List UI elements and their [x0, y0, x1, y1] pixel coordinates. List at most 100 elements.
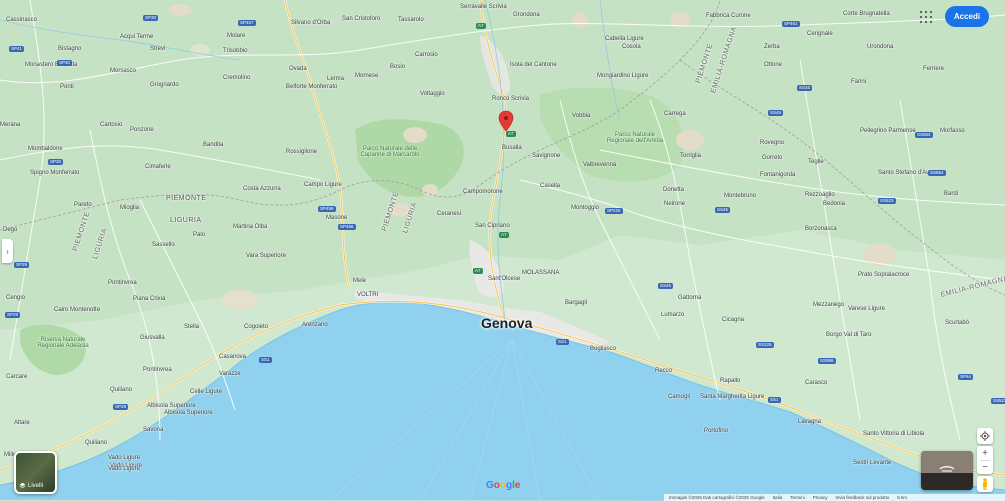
- zoom-out-button[interactable]: −: [982, 461, 988, 474]
- town-mombaldone[interactable]: Mombaldone: [28, 146, 63, 152]
- town-carrosio[interactable]: Carrosio: [415, 52, 438, 58]
- town-ottone[interactable]: Ottone: [764, 62, 782, 68]
- town-sestri-v[interactable]: Santo Vittoria di Libiola: [863, 431, 924, 437]
- town-silvano[interactable]: Silvano d'Orba: [291, 20, 330, 26]
- town-cimaferle[interactable]: Cimaferle: [145, 164, 171, 170]
- town-varazze[interactable]: Varazze: [219, 371, 241, 377]
- town-albisola-m[interactable]: Albisola Superiore: [164, 410, 213, 416]
- town-carasco[interactable]: Carasco: [805, 380, 827, 386]
- town-prato[interactable]: Prato Sopralacroce: [858, 272, 909, 278]
- town-ceranesi[interactable]: Ceranesi: [437, 211, 461, 217]
- town-bogliasco[interactable]: Bogliasco: [590, 346, 616, 352]
- town-ronco[interactable]: Ronco Scrivia: [492, 96, 529, 102]
- town-masone[interactable]: Masone: [326, 215, 347, 221]
- town-molassana[interactable]: MOLASSANA: [522, 270, 559, 276]
- town-mornese[interactable]: Mornese: [355, 73, 378, 79]
- town-camogli[interactable]: Camogli: [668, 394, 690, 400]
- town-celle[interactable]: Celle Ligure: [190, 389, 222, 395]
- zoom-in-button[interactable]: +: [982, 447, 988, 460]
- town-piani[interactable]: Fabbrica Curone: [706, 13, 751, 19]
- town-trisobbio[interactable]: Trisobbio: [223, 48, 247, 54]
- town-borgonovo[interactable]: Borgo Val di Taro: [826, 332, 871, 338]
- town-isola[interactable]: Isola del Cantone: [510, 62, 557, 68]
- town-bistagno[interactable]: Bistagno: [58, 46, 81, 52]
- town-cicagna[interactable]: Cicagna: [722, 317, 744, 323]
- town-carrega[interactable]: Carrega: [664, 111, 686, 117]
- town-savignone[interactable]: Savignone: [532, 153, 560, 159]
- town-alpicella[interactable]: Teglie: [808, 159, 824, 165]
- town-zerba[interactable]: Zerba: [764, 44, 780, 50]
- town-olevo[interactable]: Piana Crixia: [133, 296, 165, 302]
- town-sassello[interactable]: Sassello: [152, 242, 175, 248]
- town-farini[interactable]: Farini: [851, 79, 866, 85]
- country-link[interactable]: Italia: [773, 495, 783, 500]
- town-rossiglione[interactable]: Rossiglione: [286, 149, 317, 155]
- map-canvas[interactable]: [0, 0, 1005, 501]
- town-ellera[interactable]: Pontinvrea: [143, 367, 172, 373]
- town-ferriere[interactable]: Ferriere: [923, 66, 944, 72]
- town-vara[interactable]: Vara Superiore: [246, 253, 286, 259]
- park-capanne-label[interactable]: Parco Naturale delle Capanne di Marcarol…: [360, 146, 420, 158]
- town-altare[interactable]: Altare: [14, 420, 30, 426]
- town-savona[interactable]: Savona: [143, 427, 163, 433]
- town-bargagli[interactable]: Bargagli: [565, 300, 587, 306]
- town-alpicella2[interactable]: Stella: [184, 324, 199, 330]
- town-santa-margherita[interactable]: Santa Margherita Ligure: [700, 394, 764, 400]
- town-ponti[interactable]: Ponti: [60, 84, 74, 90]
- town-cassinasco[interactable]: Cassinasco: [6, 17, 37, 23]
- town-arenzano[interactable]: Arenzano: [302, 322, 328, 328]
- town-rezzoaglio[interactable]: Rezzoaglio: [805, 192, 835, 198]
- town-urondona[interactable]: Urondona: [867, 44, 893, 50]
- city-genova[interactable]: Genova: [481, 315, 532, 331]
- town-molare[interactable]: Molare: [227, 33, 245, 39]
- town-campo-ligure[interactable]: Campo Ligure: [304, 182, 342, 188]
- town-scurtabo[interactable]: Scurtabò: [945, 320, 969, 326]
- town-rocchetta[interactable]: Cengio: [6, 295, 25, 301]
- town-cartosio[interactable]: Cartosio: [100, 122, 122, 128]
- town-san-bartolomeo[interactable]: Giusvalla: [140, 335, 165, 341]
- town-donetta[interactable]: Donetta: [663, 187, 684, 193]
- town-vado3[interactable]: Vado Ligure: [108, 466, 140, 472]
- town-cabella[interactable]: Cabella Ligure: [605, 36, 644, 42]
- town-lerma[interactable]: Lerma: [327, 76, 344, 82]
- town-rovegno[interactable]: Rovegno: [760, 140, 784, 146]
- town-morsasco[interactable]: Morsasco: [110, 68, 136, 74]
- login-button[interactable]: Accedi: [945, 6, 989, 27]
- town-montoggio[interactable]: Montoggio: [571, 205, 599, 211]
- town-lumarzo[interactable]: Lumarzo: [661, 312, 684, 318]
- town-gattorna[interactable]: Gattorna: [678, 295, 701, 301]
- town-casanova[interactable]: Casanova: [219, 354, 246, 360]
- town-rapallo[interactable]: Rapallo: [720, 378, 740, 384]
- town-pareto[interactable]: Pareto: [74, 202, 92, 208]
- town-morfasso[interactable]: Morfasso: [940, 128, 965, 134]
- town-pellegrino[interactable]: Pellegrino Parmense: [860, 128, 916, 134]
- park-adelasia-label[interactable]: Riserva Naturale Regionale Adelasia: [33, 337, 93, 349]
- town-gavi-top[interactable]: Tassarolo: [398, 17, 424, 23]
- town-albisola[interactable]: Albisola Superiore: [147, 403, 196, 409]
- town-strevi[interactable]: Strevi: [150, 46, 165, 52]
- town-sestri[interactable]: Sestri Levante: [853, 460, 891, 466]
- town-carrega-top[interactable]: Cosola: [622, 44, 641, 50]
- town-voltaggio[interactable]: Voltaggio: [420, 91, 445, 97]
- town-voltri[interactable]: VOLTRI: [357, 292, 378, 298]
- town-grondona[interactable]: Grondona: [513, 12, 540, 18]
- town-sciarborasca[interactable]: Cogoleto: [244, 324, 268, 330]
- town-busalla[interactable]: Busalla: [502, 145, 522, 151]
- town-valbrevenna[interactable]: Valbrevenna: [583, 162, 616, 168]
- town-giusvalla[interactable]: Dego: [3, 227, 17, 233]
- town-mongiardino[interactable]: Mongiardino Ligure: [597, 73, 648, 79]
- town-recco[interactable]: Recco: [655, 368, 672, 374]
- town-tompla[interactable]: Neirone: [664, 201, 685, 207]
- park-antola-label[interactable]: Parco Naturale Regionale dell'Antola: [605, 132, 665, 144]
- privacy-link[interactable]: Privacy: [813, 495, 828, 500]
- town-bosio[interactable]: Bosio: [390, 64, 405, 70]
- town-grognardo[interactable]: Grognardo: [150, 82, 179, 88]
- town-mioglia[interactable]: Mioglia: [120, 205, 139, 211]
- town-casella[interactable]: Casella: [540, 183, 560, 189]
- town-san-cristoforo[interactable]: San Cristoforo: [342, 16, 380, 22]
- town-lavagna[interactable]: Lavagna: [798, 419, 821, 425]
- pegman-button[interactable]: [977, 476, 993, 492]
- town-campomorone[interactable]: Campomorone: [463, 189, 503, 195]
- town-fontanigorda[interactable]: Fontanigorda: [760, 172, 795, 178]
- town-pontinvrea[interactable]: Pontinvrea: [108, 280, 137, 286]
